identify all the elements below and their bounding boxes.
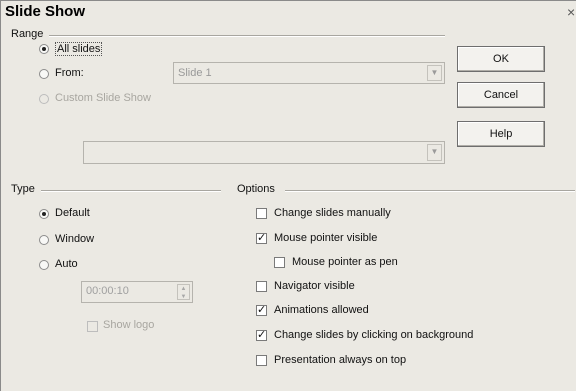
window-radio[interactable] [39,235,49,245]
animations-allowed-label[interactable]: Animations allowed [274,304,369,316]
custom-slide-show-radio[interactable] [39,94,49,104]
from-label[interactable]: From: [55,67,84,79]
dialog-title: Slide Show [5,3,86,20]
from-radio[interactable] [39,69,49,79]
change-slides-manually-checkbox[interactable] [256,208,267,219]
change-slides-by-clicking-label[interactable]: Change slides by clicking on background [274,329,473,341]
mouse-pointer-as-pen-checkbox[interactable] [274,257,285,268]
auto-radio[interactable] [39,260,49,270]
navigator-visible-checkbox[interactable] [256,281,267,292]
chevron-down-icon[interactable]: ▼ [427,65,442,81]
change-slides-manually-label[interactable]: Change slides manually [274,207,391,219]
slide-show-dialog: Slide Show × Range All slides From: Slid… [0,0,576,391]
navigator-visible-label[interactable]: Navigator visible [274,280,355,292]
type-separator [41,190,221,192]
close-icon[interactable]: × [567,4,575,20]
presentation-always-on-top-label[interactable]: Presentation always on top [274,354,406,366]
range-section-label: Range [11,28,48,40]
presentation-always-on-top-checkbox[interactable] [256,355,267,366]
mouse-pointer-as-pen-label[interactable]: Mouse pointer as pen [292,256,398,268]
mouse-pointer-visible-checkbox[interactable] [256,231,267,244]
custom-slide-show-label: Custom Slide Show [55,92,151,104]
show-logo-label: Show logo [103,319,155,331]
animations-allowed-checkbox[interactable] [256,303,267,316]
chevron-down-icon[interactable]: ▼ [427,144,442,161]
options-section-label: Options [237,183,279,195]
range-separator [49,35,445,37]
help-button[interactable]: Help [457,121,545,147]
all-slides-label[interactable]: All slides [55,42,103,56]
change-slides-by-clicking-checkbox[interactable] [256,328,267,341]
default-label[interactable]: Default [55,207,90,219]
default-radio[interactable] [39,209,49,219]
ok-button[interactable]: OK [457,46,545,72]
pause-duration-spinner[interactable]: 00:00:10 ▲ ▼ [81,281,193,303]
all-slides-radio[interactable] [39,44,49,54]
auto-label[interactable]: Auto [55,258,78,270]
spin-arrows-icon[interactable]: ▲ ▼ [177,284,190,300]
custom-slide-show-select[interactable]: ▼ [83,141,445,164]
pause-duration-value: 00:00:10 [86,285,129,297]
window-label[interactable]: Window [55,233,94,245]
from-slide-select[interactable]: Slide 1 ▼ [173,62,445,84]
title-bar: Slide Show × [1,1,578,25]
show-logo-checkbox[interactable] [87,321,98,332]
options-separator [285,190,575,192]
from-slide-value: Slide 1 [178,67,212,79]
mouse-pointer-visible-label[interactable]: Mouse pointer visible [274,232,377,244]
type-section-label: Type [11,183,39,195]
cancel-button[interactable]: Cancel [457,82,545,108]
